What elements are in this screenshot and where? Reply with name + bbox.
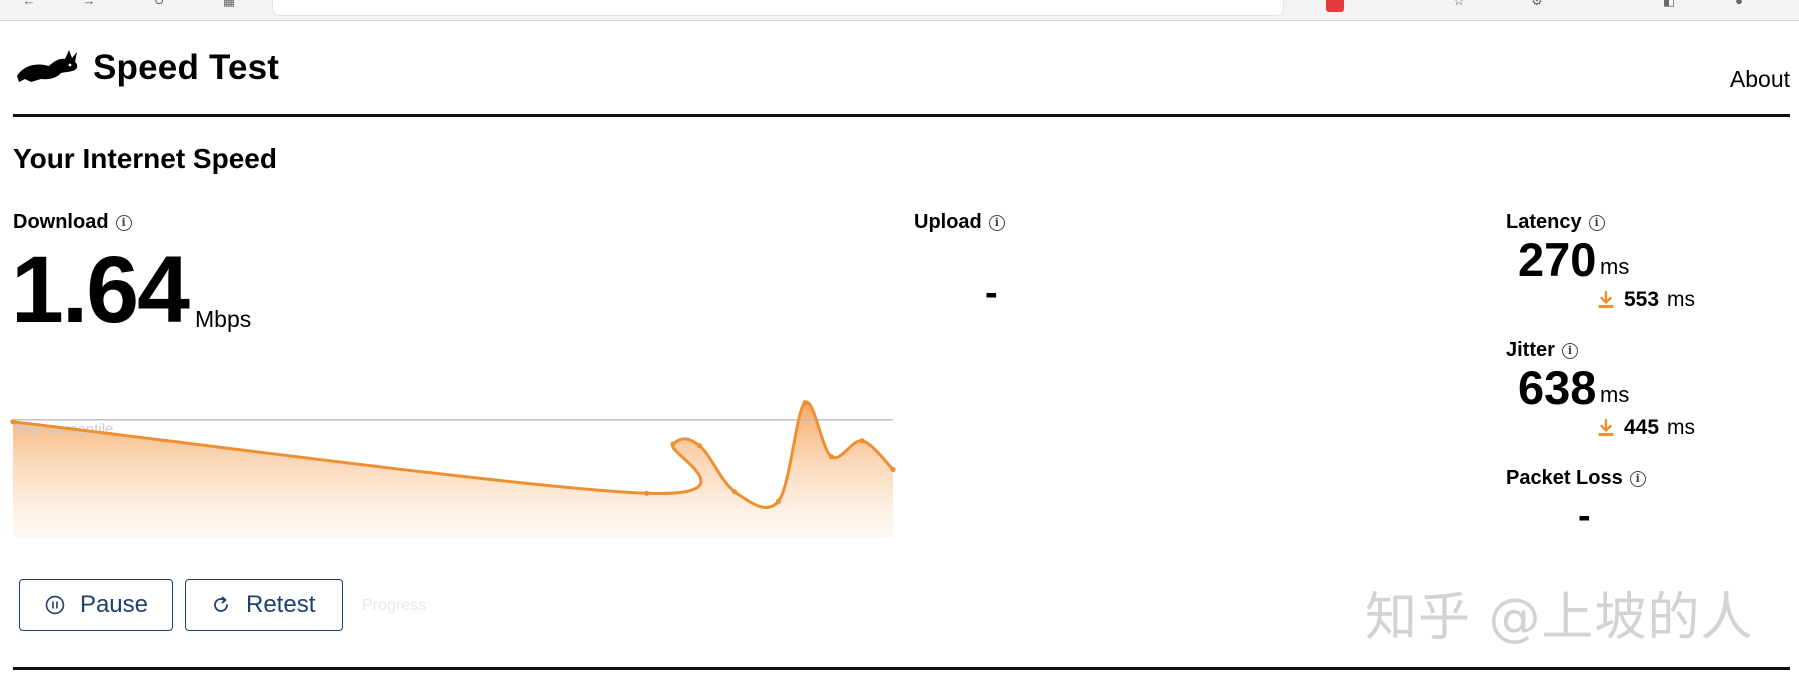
download-arrow-icon xyxy=(1598,290,1614,308)
profile-icon[interactable]: ● xyxy=(1730,0,1748,8)
section-title: Your Internet Speed xyxy=(13,143,277,174)
pause-circle-icon xyxy=(45,595,65,615)
chart-data-point xyxy=(802,400,808,406)
jitter-value: 638 xyxy=(1518,361,1597,414)
chart-data-point xyxy=(644,490,650,496)
jitter-unit: ms xyxy=(1600,382,1630,407)
latency-unit: ms xyxy=(1600,254,1630,279)
faded-status-text: Progress xyxy=(362,597,427,614)
retest-button-label: Retest xyxy=(246,591,316,618)
packet-loss-label: Packet Loss i xyxy=(1506,467,1646,490)
settings-icon[interactable]: ⚙ xyxy=(1528,0,1546,8)
upload-value: - xyxy=(985,272,998,314)
loaded-latency-unit: ms xyxy=(1667,288,1696,311)
info-icon[interactable]: i xyxy=(988,214,1005,231)
pause-button-label: Pause xyxy=(79,591,148,618)
info-icon[interactable]: i xyxy=(1561,342,1578,359)
jitter-label-text: Jitter xyxy=(1506,339,1555,361)
chart-data-point xyxy=(776,498,782,504)
watermark: 知乎 @上坡的人 xyxy=(1365,588,1754,648)
refresh-icon[interactable]: ↻ xyxy=(150,0,168,8)
back-icon[interactable]: ← xyxy=(20,0,38,8)
download-speed-chart: 90th percentile xyxy=(10,400,896,538)
chart-area-fill xyxy=(13,402,893,538)
notification-badge[interactable] xyxy=(1326,0,1344,12)
upload-label: Upload i xyxy=(914,211,1005,234)
latency-label-text: Latency xyxy=(1506,211,1582,233)
info-icon[interactable]: i xyxy=(115,214,132,231)
loaded-latency: 553 ms xyxy=(1596,288,1695,312)
chart-data-point xyxy=(696,443,703,449)
chart-data-point xyxy=(890,466,896,473)
retest-button[interactable]: Retest xyxy=(185,579,343,631)
download-arrow-icon xyxy=(1598,418,1614,436)
download-unit: Mbps xyxy=(195,306,252,332)
download-label: Download i xyxy=(13,211,132,234)
chart-data-point xyxy=(859,438,865,444)
jitter-label: Jitter i xyxy=(1506,339,1578,362)
bookmark-icon[interactable]: ☆ xyxy=(1450,0,1468,8)
upload-label-text: Upload xyxy=(914,211,982,233)
latency-label: Latency i xyxy=(1506,211,1605,234)
download-value: 1.64 xyxy=(11,237,190,343)
extension-icon[interactable]: ◧ xyxy=(1660,0,1678,8)
loaded-jitter-unit: ms xyxy=(1667,416,1696,439)
rabbit-logo-icon[interactable] xyxy=(15,46,79,88)
apps-icon[interactable]: ▦ xyxy=(220,0,238,8)
chart-data-point xyxy=(10,419,16,425)
pause-button[interactable]: Pause xyxy=(19,579,173,631)
site-header: Speed Test About xyxy=(13,40,1790,117)
packet-loss-label-text: Packet Loss xyxy=(1506,467,1623,489)
about-link[interactable]: About xyxy=(1730,66,1790,93)
browser-toolbar: ← → ↻ ▦ ☆ ⚙ ◧ ● xyxy=(0,0,1799,21)
footer-divider xyxy=(13,667,1790,670)
chart-data-point xyxy=(670,441,676,447)
loaded-jitter-value: 445 xyxy=(1624,416,1660,439)
info-icon[interactable]: i xyxy=(1588,214,1605,231)
refresh-icon xyxy=(214,596,228,612)
chart-data-point xyxy=(732,489,738,495)
loaded-jitter: 445 ms xyxy=(1596,416,1695,440)
app-title: Speed Test xyxy=(93,48,280,87)
loaded-latency-value: 553 xyxy=(1624,288,1660,311)
forward-icon[interactable]: → xyxy=(80,0,98,8)
download-label-text: Download xyxy=(13,211,109,233)
latency-value: 270 xyxy=(1518,233,1597,286)
address-bar[interactable] xyxy=(272,0,1284,16)
chart-data-point xyxy=(828,454,835,460)
packet-loss-value: - xyxy=(1578,495,1591,537)
info-icon[interactable]: i xyxy=(1629,470,1646,487)
